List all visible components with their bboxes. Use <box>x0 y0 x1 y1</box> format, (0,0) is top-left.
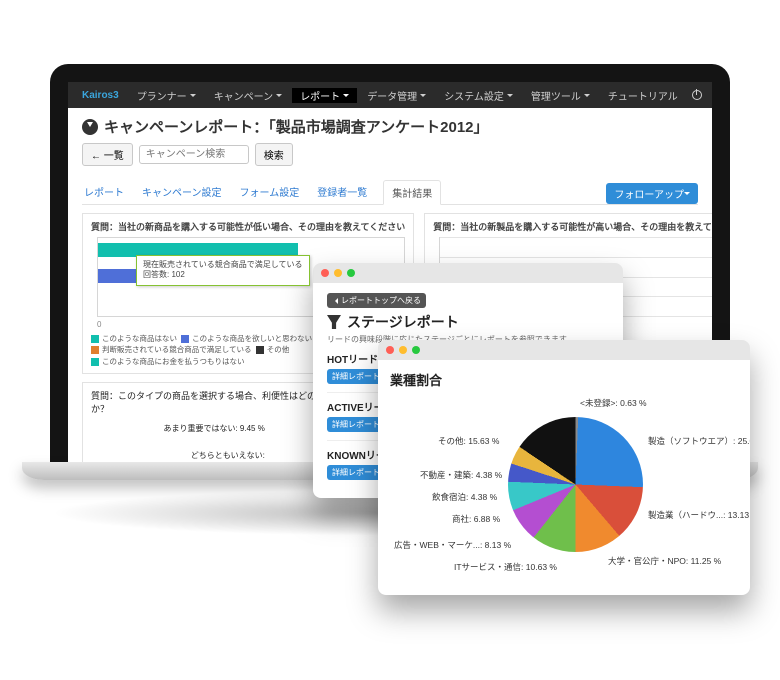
followup-button[interactable]: フォローアップ <box>606 183 698 204</box>
tab-campaign-settings[interactable]: キャンペーン設定 <box>140 180 224 204</box>
campaign-search-input[interactable] <box>139 145 249 164</box>
chart-tooltip: 現在販売されている競合商品で満足している 回答数: 102 <box>136 255 310 286</box>
tab-report[interactable]: レポート <box>82 180 126 204</box>
nav-admin[interactable]: 管理ツール <box>523 88 598 103</box>
power-icon[interactable] <box>692 90 702 100</box>
minimize-icon[interactable] <box>399 346 407 354</box>
nav-planner[interactable]: プランナー <box>129 88 204 103</box>
nav-campaign[interactable]: キャンペーン <box>206 88 291 103</box>
stage-report-title: ステージレポート <box>327 312 609 332</box>
nav-system[interactable]: システム設定 <box>436 88 521 103</box>
funnel-icon <box>327 315 341 329</box>
back-to-report-top[interactable]: レポートトップへ戻る <box>327 293 426 308</box>
tab-aggregate[interactable]: 集計結果 <box>383 180 441 205</box>
top-nav: Kairos3 プランナー キャンペーン レポート データ管理 システム設定 管… <box>68 82 712 108</box>
nav-data[interactable]: データ管理 <box>359 88 434 103</box>
pie-label-unreg: <未登録>: 0.63 % <box>580 397 647 409</box>
question-text: 質問：当社の新商品を購入する可能性が低い場合、その理由を教えてください <box>91 220 405 233</box>
pie-label-ad: 広告・WEB・マーケ...: 8.13 % <box>394 539 511 551</box>
tab-form-settings[interactable]: フォーム設定 <box>238 180 302 204</box>
page-title: キャンペーンレポート：「製品市場調査アンケート2012」 <box>82 116 698 137</box>
minimize-icon[interactable] <box>334 269 342 277</box>
tab-registrants[interactable]: 登録者一覧 <box>315 180 369 204</box>
back-list-button[interactable]: ← 一覧 <box>82 143 133 166</box>
nav-tutorial[interactable]: チュートリアル <box>600 88 686 103</box>
close-icon[interactable] <box>321 269 329 277</box>
brand-logo: Kairos3 <box>74 90 127 101</box>
question-text: 質問：当社の新製品を購入する可能性が高い場合、その理由を教えて下さい。 <box>433 220 712 233</box>
pie-label-food: 飲食宿泊: 4.38 % <box>432 491 497 503</box>
window-chrome <box>378 340 750 360</box>
industry-pie-window: 業種割合 <未登録>: 0.63 % 製造（ソフトウエア）: 25.00 % 製… <box>378 340 750 595</box>
close-icon[interactable] <box>386 346 394 354</box>
zoom-icon[interactable] <box>412 346 420 354</box>
pie-label-soft: 製造（ソフトウエア）: 25.00 % <box>648 435 750 447</box>
pie-label-trade: 商社: 6.88 % <box>452 513 500 525</box>
nav-report[interactable]: レポート <box>292 88 357 103</box>
pie-chart: <未登録>: 0.63 % 製造（ソフトウエア）: 25.00 % 製造業（ハー… <box>390 397 738 577</box>
pie-title: 業種割合 <box>390 370 738 389</box>
pie-label-real: 不動産・建築: 4.38 % <box>420 469 502 481</box>
pie-label-other: その他: 15.63 % <box>438 435 499 447</box>
search-button[interactable]: 検索 <box>255 143 293 166</box>
pie-label-hard: 製造業（ハードウ...: 13.13 % <box>648 509 750 521</box>
zoom-icon[interactable] <box>347 269 355 277</box>
page-title-text: キャンペーンレポート：「製品市場調査アンケート2012」 <box>104 116 489 137</box>
download-icon <box>82 119 98 135</box>
pie-label-it: ITサービス・通信: 10.63 % <box>454 561 557 573</box>
window-chrome <box>313 263 623 283</box>
pie-label-univ: 大学・官公庁・NPO: 11.25 % <box>608 555 721 567</box>
